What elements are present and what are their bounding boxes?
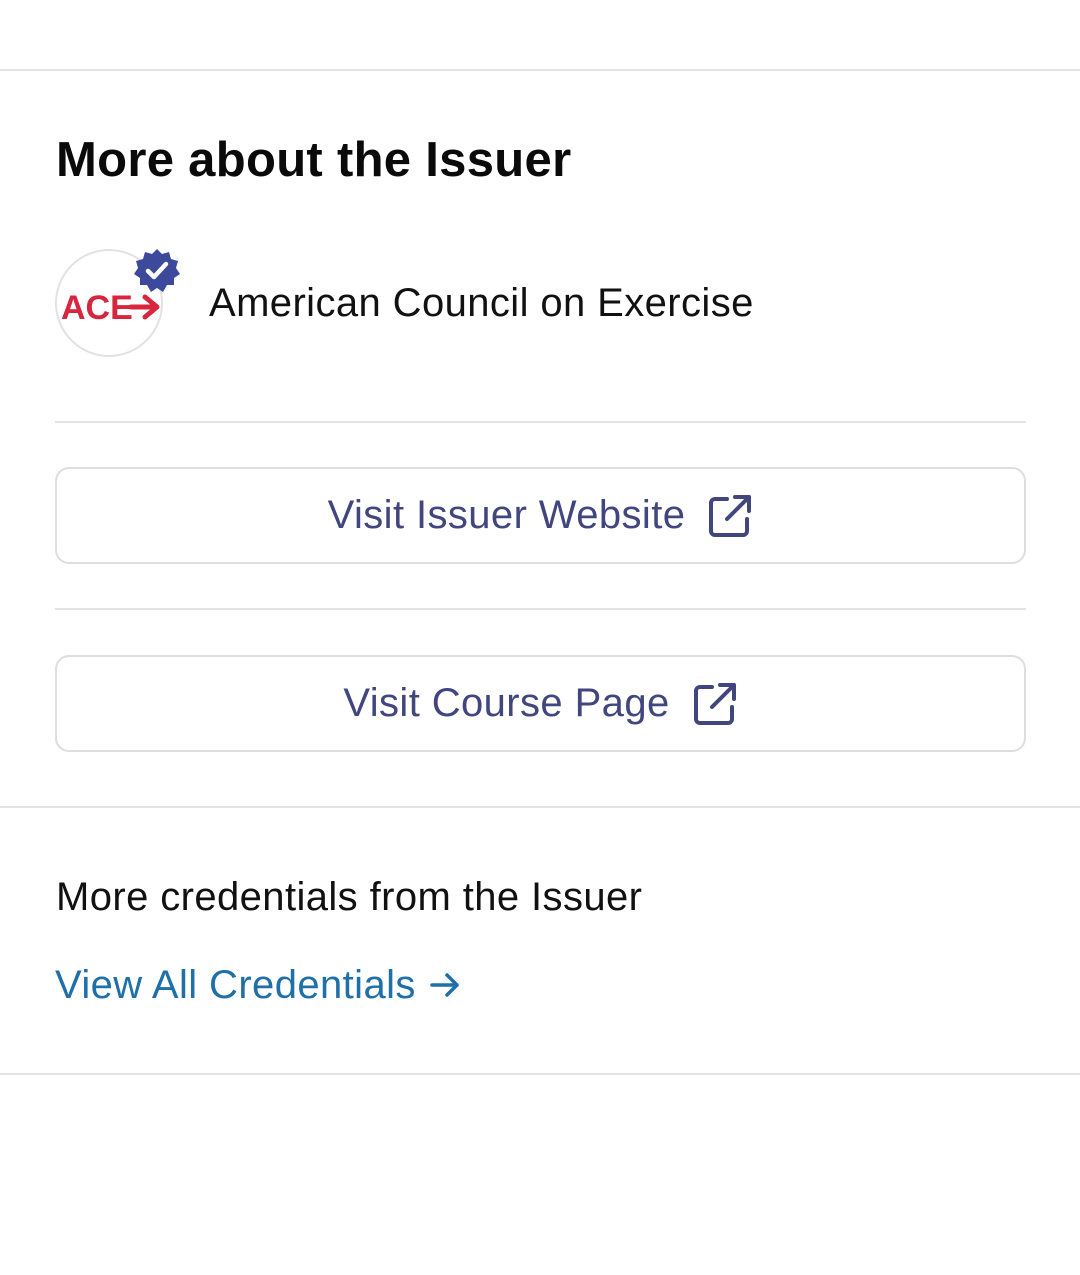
view-all-credentials-link[interactable]: View All Credentials: [55, 958, 462, 1012]
external-link-icon: [693, 682, 736, 725]
issuer-row[interactable]: ACE American Council on Exercise: [55, 247, 754, 359]
issuer-avatar: ACE: [55, 249, 180, 357]
visit-course-page-button[interactable]: Visit Course Page: [55, 655, 1026, 752]
section-title: More about the Issuer: [56, 133, 572, 187]
issuer-name: American Council on Exercise: [209, 280, 754, 325]
section-divider: [0, 806, 1080, 808]
visit-issuer-website-label: Visit Issuer Website: [327, 493, 686, 537]
arrow-right-icon: [430, 973, 459, 997]
issuer-panel: More about the Issuer ACE American Counc…: [0, 0, 1080, 1275]
view-all-credentials-label: View All Credentials: [55, 963, 416, 1007]
external-link-icon: [709, 494, 752, 537]
issuer-divider: [55, 421, 1026, 423]
button-divider: [55, 608, 1026, 610]
bottom-divider: [0, 1073, 1080, 1075]
verified-badge-icon: [134, 249, 180, 292]
issuer-logo-text: ACE: [61, 289, 133, 327]
more-credentials-label: More credentials from the Issuer: [56, 875, 643, 919]
top-divider: [0, 69, 1080, 71]
visit-course-page-label: Visit Course Page: [343, 681, 670, 725]
visit-issuer-website-button[interactable]: Visit Issuer Website: [55, 467, 1026, 564]
